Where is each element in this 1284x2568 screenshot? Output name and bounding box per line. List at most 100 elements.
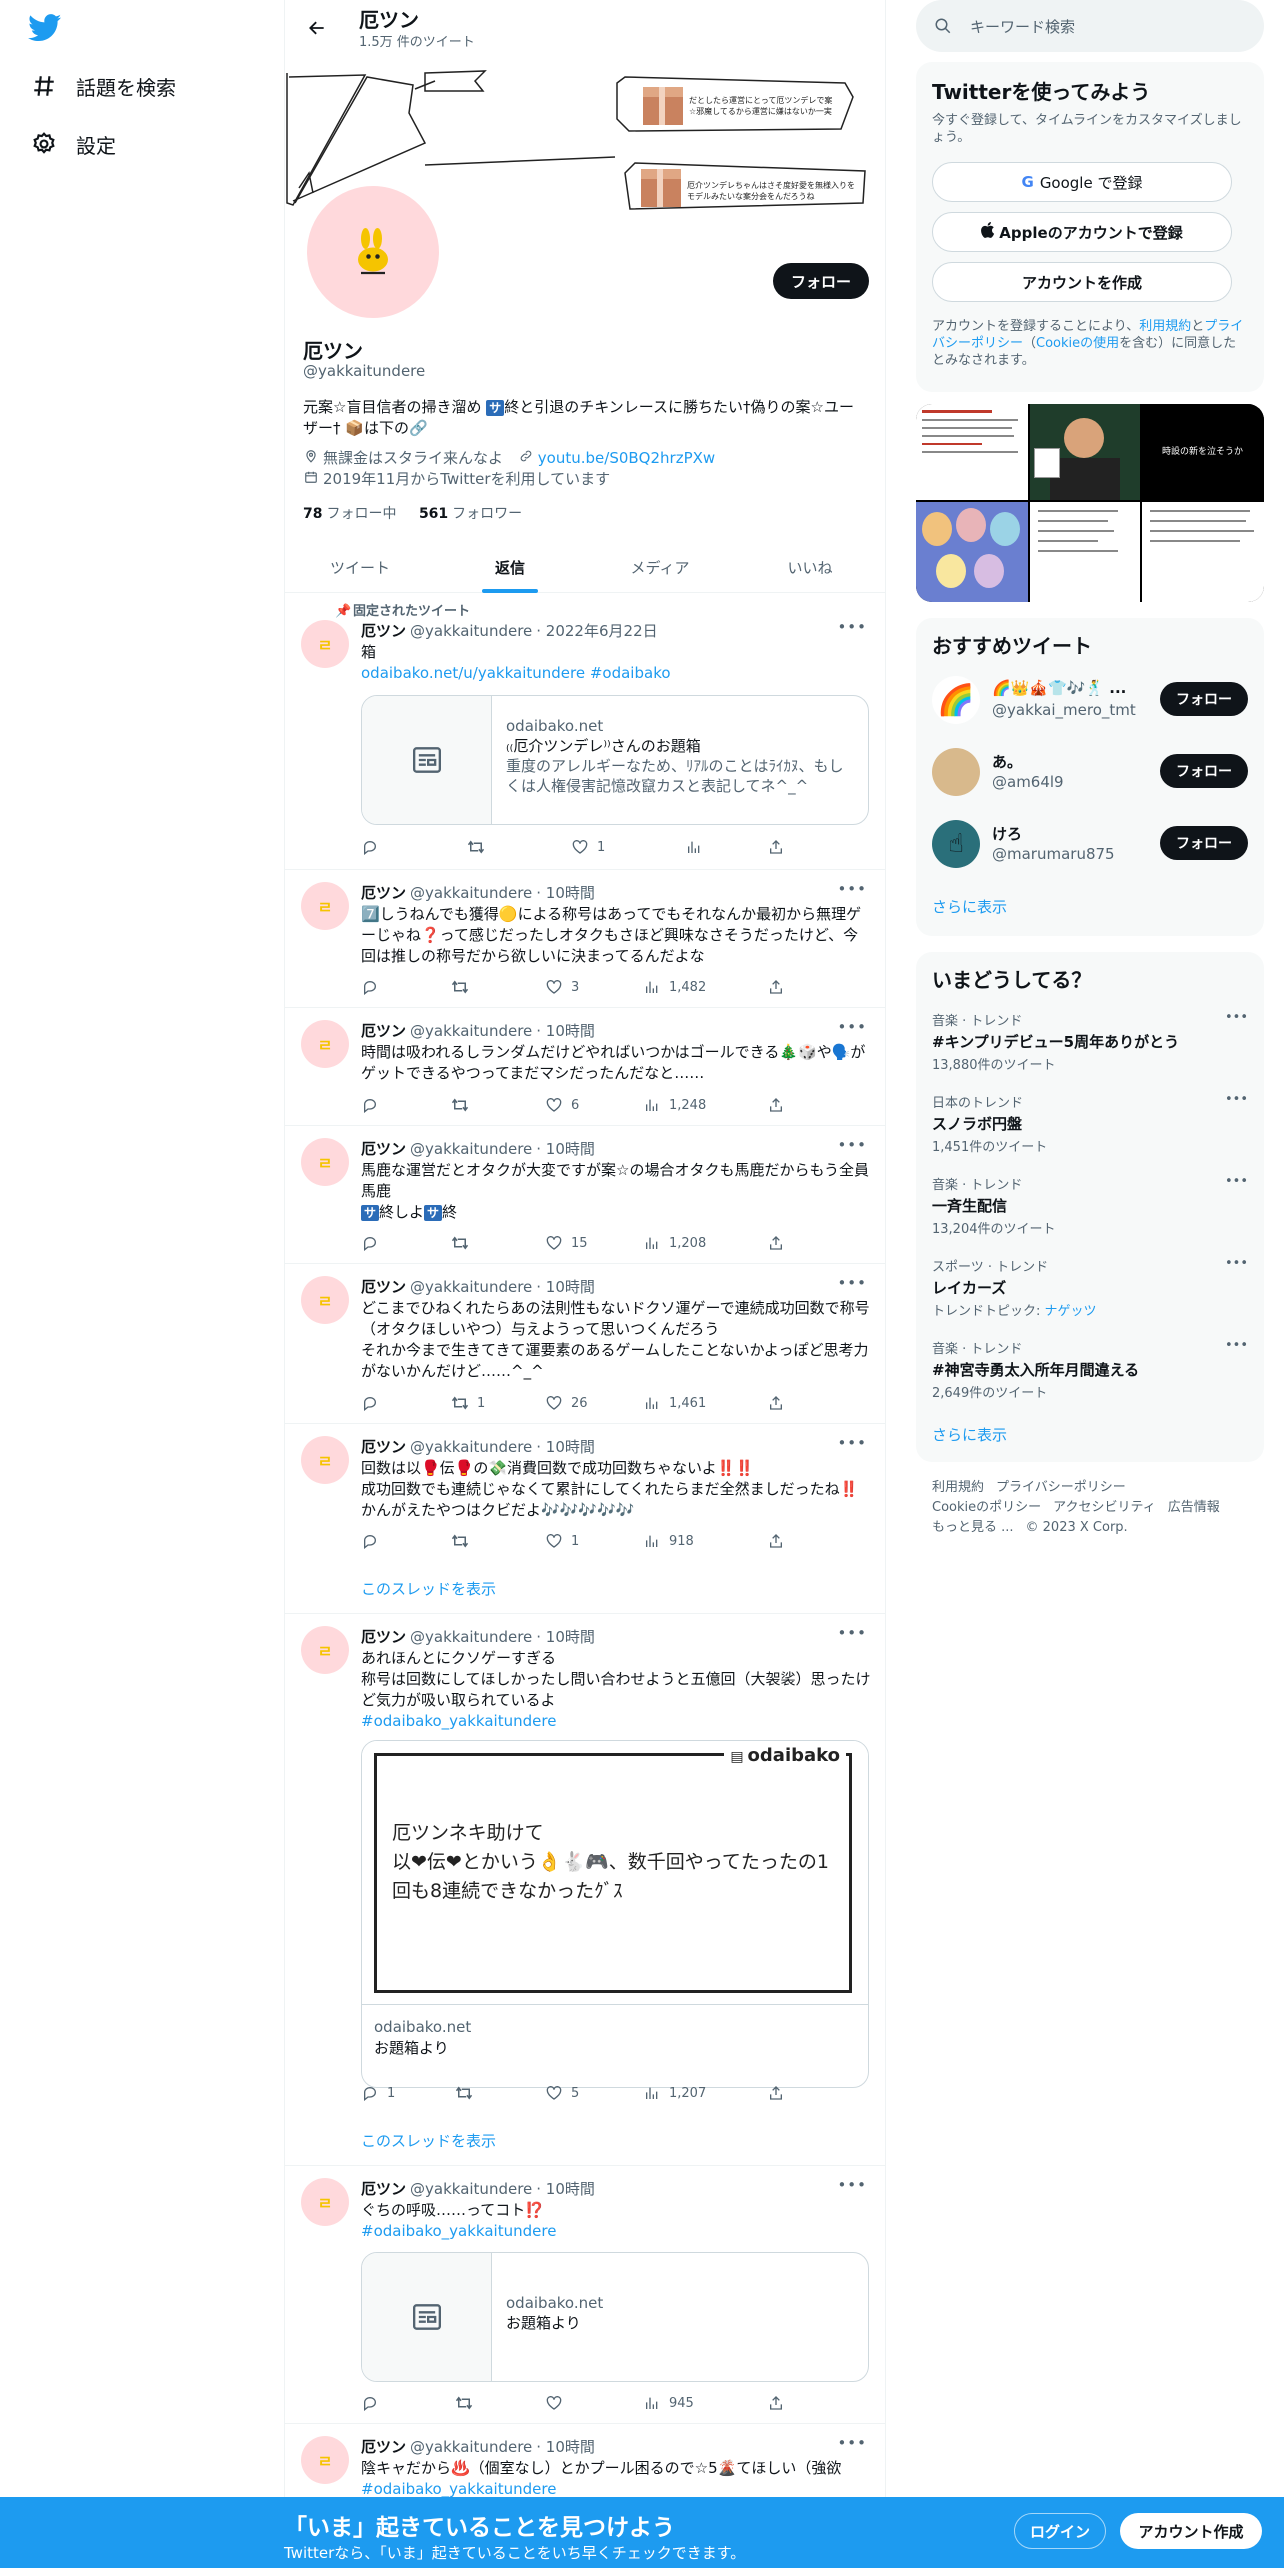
tweet-author-name[interactable]: 厄ツン [361, 1278, 406, 1296]
retweet-button[interactable] [455, 2394, 481, 2412]
tweet-author-name[interactable]: 厄ツン [361, 1022, 406, 1040]
tweet-author-name[interactable]: 厄ツン [361, 2438, 406, 2456]
share-button[interactable] [767, 2084, 793, 2102]
tweet-author-name[interactable]: 厄ツン [361, 1140, 406, 1158]
footer-terms-link[interactable]: 利用規約 [932, 1480, 984, 1495]
back-arrow-icon[interactable] [299, 12, 335, 44]
profile-media-grid[interactable]: 時設の新を泣そうか [916, 404, 1264, 602]
cookie-link[interactable]: Cookieの使用 [1036, 336, 1119, 351]
share-button[interactable] [767, 2394, 793, 2412]
tweet-time[interactable]: · 2022年6月22日 [536, 622, 657, 640]
more-icon[interactable]: ••• [837, 2176, 867, 2194]
more-icon[interactable]: ••• [837, 2434, 867, 2452]
views-button[interactable]: 945 [643, 2394, 694, 2412]
share-button[interactable] [767, 1234, 793, 1252]
signup-button[interactable]: アカウント作成 [1120, 2513, 1262, 2549]
tweet-avatar[interactable]: ㄹ [301, 1138, 349, 1186]
tweet-avatar[interactable]: ㄹ [301, 620, 349, 668]
tweet-author-name[interactable]: 厄ツン [361, 2180, 406, 2198]
show-thread-link[interactable]: このスレッドを表示 [361, 2130, 496, 2151]
rec-show-more[interactable]: さらに表示 [932, 896, 1007, 917]
tweet[interactable]: ㄹ 厄ツン @yakkaitundere · 10時間 ••• 回数は以🥊伝🥊の💸消… [285, 1424, 885, 1614]
footer-ads-link[interactable]: 広告情報 [1168, 1500, 1220, 1515]
tweet-avatar[interactable]: ㄹ [301, 2436, 349, 2484]
tweet[interactable]: ㄹ 厄ツン @yakkaitundere · 10時間 ••• 時間は吸われるしラン… [285, 1008, 885, 1126]
more-icon[interactable]: ••• [1225, 1092, 1248, 1107]
tweet-time[interactable]: · 10時間 [536, 2180, 595, 2198]
retweet-button[interactable] [451, 1532, 477, 1550]
image-card[interactable]: ▤ odaibako 厄ツンネキ助けて 以❤伝❤とかいう👌🐇🎮、数千回やってたった… [361, 1740, 869, 2088]
terms-link[interactable]: 利用規約 [1139, 319, 1191, 334]
views-button[interactable] [685, 838, 711, 856]
tweet-time[interactable]: · 10時間 [536, 1438, 595, 1456]
trend-item[interactable]: 音楽 · トレンド #キンプリデビュー5周年ありがとう 13,880件のツイート… [932, 1010, 1248, 1073]
google-signup-button[interactable]: G Google で登録 [932, 162, 1232, 202]
reply-button[interactable] [361, 1532, 387, 1550]
media-thumb[interactable] [1030, 404, 1140, 500]
nav-settings[interactable]: 設定 [28, 124, 116, 164]
like-button[interactable]: 1 [571, 838, 605, 856]
tweet-author-name[interactable]: 厄ツン [361, 1628, 406, 1646]
views-button[interactable]: 1,207 [643, 2084, 706, 2102]
tweet[interactable]: ㄹ 厄ツン @yakkaitundere · 10時間 ••• ぐちの呼吸……ってコ… [285, 2166, 885, 2424]
link-card[interactable]: odaibako.net お題箱より [361, 2252, 869, 2382]
footer-accessibility-link[interactable]: アクセシビリティ [1053, 1500, 1156, 1515]
views-button[interactable]: 1,461 [643, 1394, 706, 1412]
retweet-button[interactable] [451, 1096, 477, 1114]
views-button[interactable]: 1,248 [643, 1096, 706, 1114]
trend-item[interactable]: スポーツ · トレンド レイカーズ トレンドトピック: ナゲッツ ••• [932, 1256, 1248, 1319]
like-button[interactable]: 1 [545, 1532, 579, 1550]
like-button[interactable] [545, 2394, 571, 2412]
reply-button[interactable]: 1 [361, 2084, 395, 2102]
reply-button[interactable] [361, 1394, 387, 1412]
twitter-logo-icon[interactable] [28, 14, 64, 44]
more-icon[interactable]: ••• [837, 1274, 867, 1292]
more-icon[interactable]: ••• [837, 880, 867, 898]
followers-link[interactable]: 561 フォロワー [419, 506, 522, 522]
apple-signup-button[interactable]: Appleのアカウントで登録 [932, 212, 1232, 252]
rec-follow-button[interactable]: フォロー [1160, 682, 1248, 716]
more-icon[interactable]: ••• [837, 1136, 867, 1154]
more-icon[interactable]: ••• [1225, 1338, 1248, 1353]
media-thumb[interactable] [1142, 502, 1264, 602]
tweet-author-name[interactable]: 厄ツン [361, 622, 406, 640]
footer-more-link[interactable]: もっと見る ... [932, 1520, 1014, 1535]
profile-avatar[interactable] [303, 182, 443, 322]
tweet-time[interactable]: · 10時間 [536, 1628, 595, 1646]
tweet-author-name[interactable]: 厄ツン [361, 1438, 406, 1456]
tweet-hashtag[interactable]: #odaibako_yakkaitundere [361, 2221, 871, 2242]
tweet-avatar[interactable]: ㄹ [301, 2178, 349, 2226]
retweet-button[interactable] [451, 1234, 477, 1252]
tweet-time[interactable]: · 10時間 [536, 2438, 595, 2456]
footer-cookie-link[interactable]: Cookieのポリシー [932, 1500, 1041, 1515]
reply-button[interactable] [361, 1234, 387, 1252]
tab-replies[interactable]: 返信 [435, 541, 585, 593]
share-button[interactable] [767, 978, 793, 996]
retweet-button[interactable] [455, 2084, 481, 2102]
trend-item[interactable]: 音楽 · トレンド #神宮寺勇太入所年月間違える 2,649件のツイート ••• [932, 1338, 1248, 1401]
views-button[interactable]: 918 [643, 1532, 694, 1550]
reply-button[interactable] [361, 2394, 387, 2412]
retweet-button[interactable] [467, 838, 493, 856]
tweet[interactable]: ㄹ 厄ツン @yakkaitundere · 10時間 ••• どこまでひねくれたら… [285, 1264, 885, 1424]
tweet[interactable]: 📌 固定されたツイート ㄹ 厄ツン @yakkaitundere · 2022年6月2… [285, 594, 885, 870]
trend-item[interactable]: 日本のトレンド スノラボ円盤 1,451件のツイート ••• [932, 1092, 1248, 1155]
rec-user[interactable]: あ。 @am64l9 フォロー [932, 748, 1248, 804]
tab-likes[interactable]: いいね [735, 541, 885, 593]
tweet-avatar[interactable]: ㄹ [301, 882, 349, 930]
more-icon[interactable]: ••• [837, 618, 867, 636]
more-icon[interactable]: ••• [837, 1018, 867, 1036]
more-icon[interactable]: ••• [1225, 1174, 1248, 1189]
login-button[interactable]: ログイン [1014, 2513, 1106, 2549]
more-icon[interactable]: ••• [837, 1434, 867, 1452]
reply-button[interactable] [361, 1096, 387, 1114]
nav-explore[interactable]: 話題を検索 [28, 66, 176, 106]
link-card[interactable]: odaibako.net ₍₍厄介ツンデレ⁾⁾さんのお題箱 重度のアレルギーなた… [361, 695, 869, 825]
more-icon[interactable]: ••• [1225, 1256, 1248, 1271]
trends-show-more[interactable]: さらに表示 [932, 1424, 1007, 1445]
more-icon[interactable]: ••• [1225, 1010, 1248, 1025]
tweet-hashtag[interactable]: #odaibako_yakkaitundere [361, 1711, 871, 1732]
rec-user[interactable]: ☝ けろ @marumaru875 フォロー [932, 820, 1248, 876]
tweet-avatar[interactable]: ㄹ [301, 1626, 349, 1674]
rec-user[interactable]: 🌈 🌈👑🎪👕🎶🕺 ... @yakkai_mero_tmt フォロー [932, 676, 1248, 732]
